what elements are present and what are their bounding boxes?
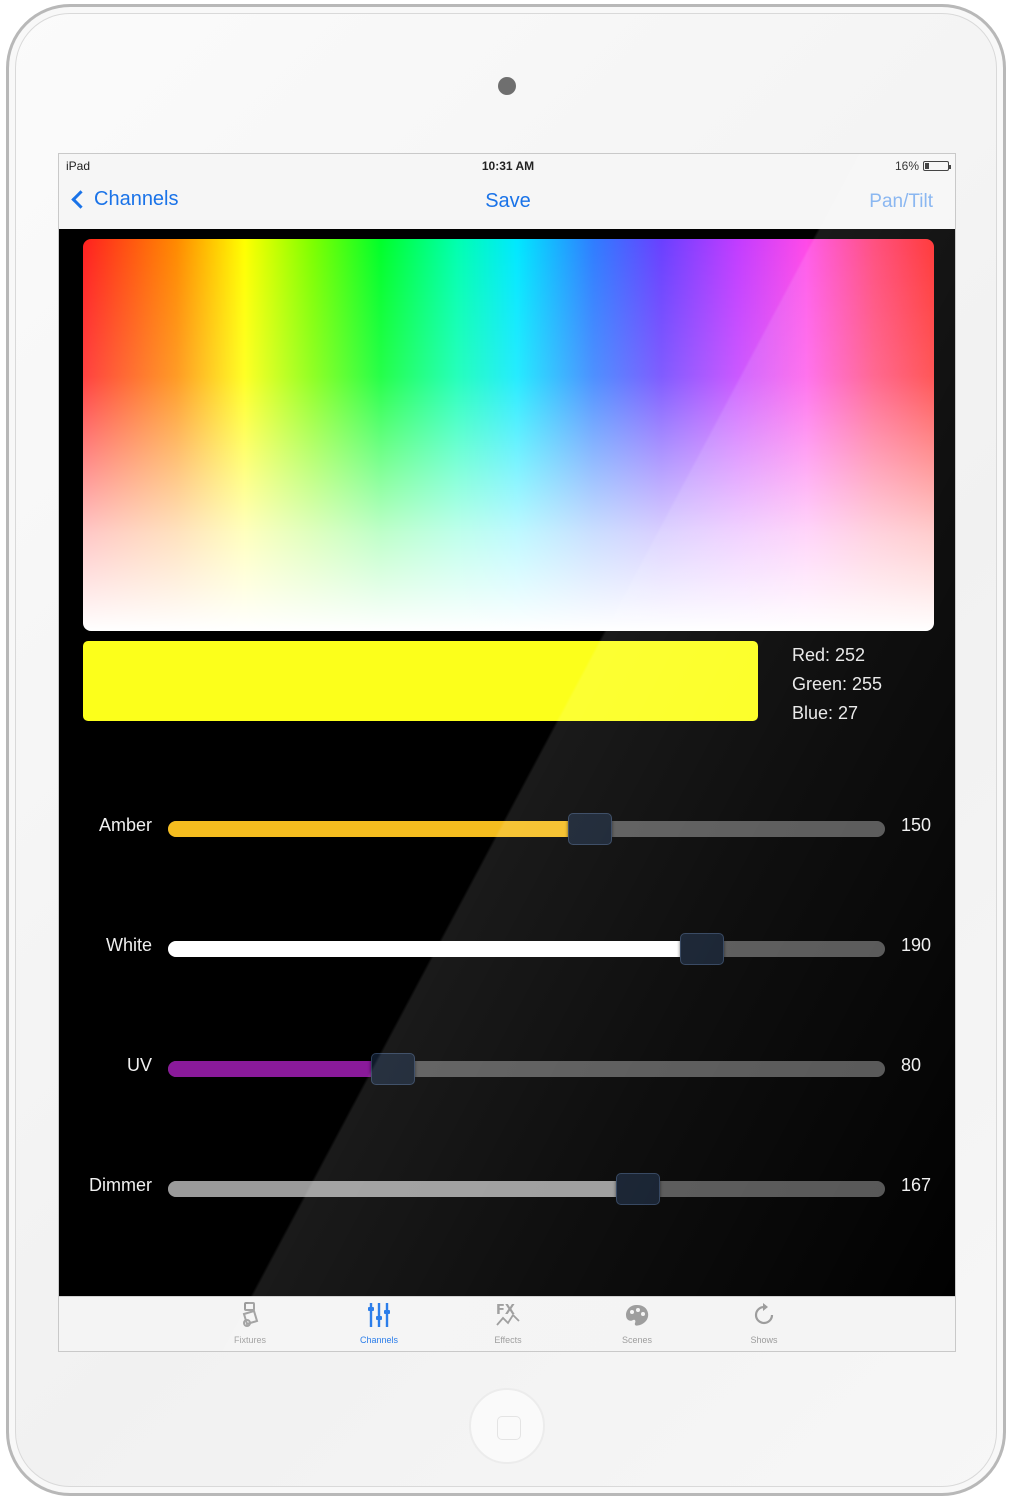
app-screen: iPad 10:31 AM 16% Channels Save Pan/Tilt…	[58, 153, 956, 1352]
clock: 10:31 AM	[481, 159, 535, 173]
tab-bar: Fixtures Channels FX Effects Scenes Show…	[59, 1296, 955, 1351]
battery-icon	[923, 161, 951, 171]
slider-fill	[168, 941, 703, 957]
slider-thumb[interactable]	[680, 933, 725, 965]
tab-scenes[interactable]: Scenes	[597, 1301, 677, 1351]
uv-slider[interactable]	[168, 1053, 885, 1085]
slider-thumb[interactable]	[615, 1173, 660, 1205]
green-value: Green: 255	[792, 674, 883, 694]
fixture-icon	[210, 1301, 290, 1333]
slider-label: Amber	[98, 815, 152, 835]
battery-percent: 16%	[894, 159, 919, 173]
slider-thumb[interactable]	[371, 1053, 416, 1085]
tab-effects[interactable]: FX Effects	[468, 1301, 548, 1351]
slider-row-white: White 190	[59, 927, 955, 967]
color-swatch	[83, 641, 758, 721]
tab-label: Scenes	[621, 1335, 653, 1345]
slider-label: White	[105, 935, 152, 955]
header: iPad 10:31 AM 16% Channels Save Pan/Tilt	[59, 154, 955, 229]
save-button[interactable]: Save	[485, 190, 531, 212]
tab-label: Fixtures	[233, 1335, 266, 1345]
slider-fill	[168, 1061, 394, 1077]
white-slider[interactable]	[168, 933, 885, 965]
tab-shows[interactable]: Shows	[724, 1301, 804, 1351]
slider-value: 167	[901, 1175, 932, 1195]
fx-icon: FX	[468, 1301, 548, 1333]
color-picker[interactable]	[83, 239, 934, 631]
slider-value: 190	[901, 935, 932, 955]
dimmer-slider[interactable]	[168, 1173, 885, 1205]
refresh-icon	[724, 1301, 804, 1333]
tab-label: Shows	[750, 1335, 778, 1345]
slider-row-uv: UV 80	[59, 1047, 955, 1087]
slider-label: Dimmer	[89, 1175, 152, 1195]
slider-row-dimmer: Dimmer 167	[59, 1167, 955, 1207]
slider-thumb[interactable]	[567, 813, 612, 845]
battery-status: 16%	[894, 159, 951, 173]
palette-icon	[597, 1301, 677, 1333]
nav-bar: Channels Save Pan/Tilt	[59, 178, 955, 228]
amber-slider[interactable]	[168, 813, 885, 845]
slider-label: UV	[126, 1055, 152, 1075]
tab-label: Channels	[359, 1335, 399, 1345]
slider-value: 150	[901, 815, 932, 835]
slider-value: 80	[901, 1055, 922, 1075]
blue-value: Blue: 27	[792, 703, 859, 723]
tab-channels[interactable]: Channels	[339, 1301, 419, 1351]
rgb-readout: Red: 252 Green: 255 Blue: 27	[792, 641, 882, 728]
tab-fixtures[interactable]: Fixtures	[210, 1301, 290, 1351]
status-bar: iPad 10:31 AM 16%	[59, 154, 955, 178]
slider-fill	[168, 821, 590, 837]
home-button[interactable]	[469, 1388, 545, 1464]
pan-tilt-button[interactable]: Pan/Tilt	[869, 191, 933, 213]
slider-fill	[168, 1181, 638, 1197]
tab-label: Effects	[494, 1335, 522, 1345]
slider-row-amber: Amber 150	[59, 807, 955, 847]
red-value: Red: 252	[792, 645, 866, 665]
channels-icon	[339, 1301, 419, 1333]
camera-icon	[498, 77, 516, 95]
